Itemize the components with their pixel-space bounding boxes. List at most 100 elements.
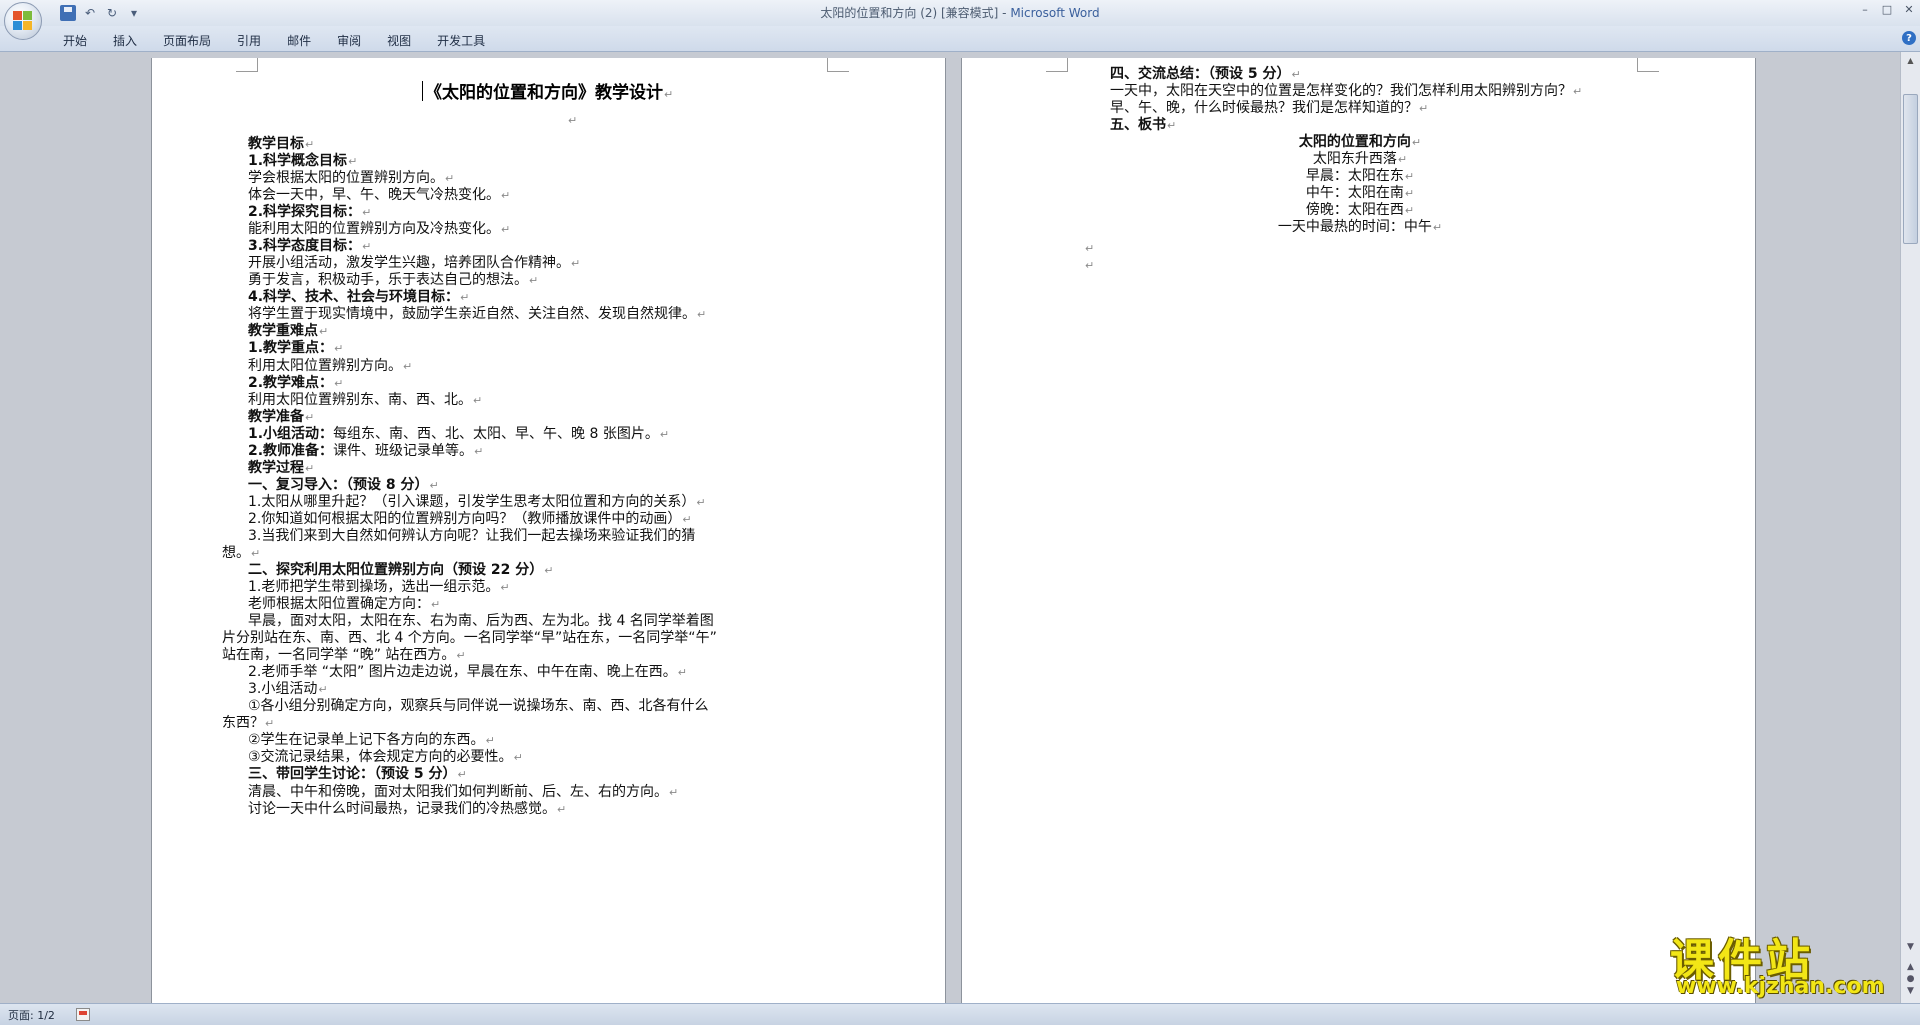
- paragraph-mark: ↵: [362, 240, 372, 254]
- status-bar: 页面: 1/2: [0, 1003, 1920, 1025]
- text-line-content: 2.老师手举 “太阳” 图片边走边说，早晨在东、中午在南、晚上在西。: [248, 664, 677, 681]
- text-line-content: 教学目标: [248, 136, 304, 152]
- empty-paragraph: ↵: [567, 110, 577, 131]
- ribbon-tab[interactable]: 视图: [374, 30, 424, 51]
- ribbon-tab[interactable]: 引用: [224, 30, 274, 51]
- text-line-content: 早晨，面对太阳，太阳在东、右为南、后为西、左为北。找 4 名同学举着图: [248, 613, 714, 630]
- page-count-status[interactable]: 页面: 1/2: [8, 1007, 55, 1023]
- text-line-content: 2.你知道如何根据太阳的位置辨别方向吗？（教师播放课件中的动画）: [248, 510, 682, 527]
- document-area: 《太阳的位置和方向》教学设计↵ ↵ 教学目标↵ 1.科学概念目标↵ 学会根据太阳的位…: [0, 52, 1900, 1003]
- paragraph-mark: ↵: [334, 376, 344, 390]
- document-title: 《太阳的位置和方向》教学设计↵: [422, 78, 673, 103]
- vertical-scrollbar[interactable]: ▲ ▼ ▲ ● ▼: [1900, 52, 1920, 1003]
- text-line-content: 1.教学重点：: [248, 340, 334, 357]
- text-line-content: 三、带回学生讨论：（预设 5 分）: [248, 766, 457, 783]
- window-title-app: Microsoft Word: [1010, 6, 1100, 20]
- text-line-content: 二、探究利用太阳位置辨别方向（预设 22 分）: [248, 562, 544, 578]
- paragraph-mark: ↵: [460, 291, 470, 305]
- paragraph-mark: ↵: [544, 564, 554, 577]
- text-line-content: 2.教学难点：: [248, 374, 334, 391]
- text-line-content: 教学过程: [248, 459, 304, 476]
- text-line[interactable]: 3.当我们来到大自然如何辨认方向呢？让我们一起去操场来验证我们的猜: [248, 526, 695, 546]
- text-line-content: 老师根据太阳位置确定方向：: [248, 596, 430, 613]
- text-line-content: 早、午、晚，什么时候最热？我们是怎样知道的？: [1110, 100, 1418, 117]
- crop-mark: [827, 58, 849, 72]
- text-line-content: ③交流记录结果，体会规定方向的必要性。: [248, 749, 513, 766]
- paragraph-mark: ↵: [305, 138, 315, 151]
- ribbon-tab[interactable]: 邮件: [274, 30, 324, 51]
- text-line-content: ②学生在记录单上记下各方向的东西。: [248, 732, 485, 749]
- text-line-content: 利用太阳位置辨别东、南、西、北。: [248, 391, 472, 408]
- text-line[interactable]: ①各小组分别确定方向，观察兵与同伴说一说操场东、南、西、北各有什么: [248, 696, 709, 716]
- paragraph-mark: ↵: [501, 223, 511, 237]
- text-line[interactable]: 讨论一天中什么时间最热，记录我们的冷热感觉。↵: [248, 799, 566, 820]
- text-line-content: 1.科学概念目标: [248, 153, 348, 170]
- document-title-text[interactable]: 《太阳的位置和方向》教学设计: [425, 83, 663, 103]
- empty-paragraph: ↵: [1084, 255, 1094, 276]
- text-line-content: 想。: [222, 544, 250, 561]
- text-line-content: 3.科学态度目标：: [248, 238, 362, 255]
- watermark-logo: 课件站 www.kjzhan.com: [1670, 924, 1910, 1002]
- text-line-content: 讨论一天中什么时间最热，记录我们的冷热感觉。: [248, 800, 556, 817]
- minimize-button[interactable]: –: [1854, 0, 1876, 18]
- text-line-content: 开展小组活动，激发学生兴趣，培养团队合作精神。: [248, 255, 570, 272]
- paragraph-mark: ↵: [682, 512, 692, 526]
- office-button[interactable]: [4, 2, 42, 40]
- help-icon[interactable]: ?: [1902, 31, 1916, 45]
- ribbon-tab[interactable]: 审阅: [324, 30, 374, 51]
- crop-mark: [236, 58, 258, 72]
- ribbon-tab[interactable]: 页面布局: [150, 30, 224, 51]
- paragraph-mark: ↵: [501, 189, 511, 203]
- scroll-thumb[interactable]: [1903, 94, 1918, 244]
- ribbon-tab[interactable]: 开始: [50, 30, 100, 51]
- paragraph-mark: ↵: [557, 802, 567, 816]
- crop-mark: [1046, 58, 1068, 72]
- text-line-rest: 课件、班级记录单等。: [333, 442, 474, 459]
- paragraph-mark: ↵: [318, 683, 328, 697]
- paragraph-mark: ↵: [473, 393, 483, 407]
- paragraph-mark: ↵: [1085, 242, 1095, 256]
- paragraph-mark: ↵: [362, 206, 372, 220]
- proofing-status-icon[interactable]: [76, 1008, 90, 1021]
- text-line-content: 太阳的位置和方向: [1298, 134, 1411, 151]
- close-button[interactable]: ✕: [1898, 0, 1920, 18]
- paragraph-mark: ↵: [1397, 153, 1408, 167]
- text-line-lead: 1.小组活动：: [248, 425, 334, 442]
- paragraph-mark: ↵: [1404, 187, 1415, 201]
- text-line-content: ①各小组分别确定方向，观察兵与同伴说一说操场东、南、西、北各有什么: [248, 698, 709, 715]
- text-line-content: 傍晚：太阳在西: [1305, 202, 1404, 219]
- paragraph-mark: ↵: [664, 88, 674, 101]
- paragraph-mark: ↵: [334, 342, 344, 356]
- text-line-content: 1.老师把学生带到操场，选出一组示范。: [248, 579, 500, 596]
- scroll-up-icon[interactable]: ▲: [1903, 56, 1918, 66]
- paragraph-mark: ↵: [265, 717, 275, 731]
- paragraph-mark: ↵: [1573, 85, 1583, 99]
- paragraph-mark: ↵: [431, 598, 441, 612]
- text-line-content: 站在南，一名同学举 “晚” 站在西方。: [222, 647, 456, 664]
- text-line-content: 一天中最热的时间：中午: [1277, 219, 1432, 236]
- text-line-content: 学会根据太阳的位置辨别方向。: [248, 170, 444, 187]
- window-title-doc: 太阳的位置和方向 (2) [兼容模式] -: [820, 6, 1011, 20]
- paragraph-mark: ↵: [571, 257, 581, 271]
- paragraph-mark: ↵: [659, 427, 670, 441]
- paragraph-mark: ↵: [429, 478, 439, 492]
- title-bar: ↶ ↻ ▾ 太阳的位置和方向 (2) [兼容模式] - Microsoft Wo…: [0, 0, 1920, 26]
- text-line-rest: 每组东、南、西、北、太阳、早、午、晚 8 张图片。: [333, 425, 659, 442]
- paragraph-mark: ↵: [474, 444, 484, 458]
- text-line-content: 五、板书: [1110, 117, 1166, 134]
- text-line-content: 东西？: [222, 715, 264, 732]
- paragraph-mark: ↵: [485, 734, 495, 748]
- paragraph-mark: ↵: [669, 785, 679, 799]
- paragraph-mark: ↵: [1404, 204, 1415, 218]
- page-2: 四、交流总结：（预设 5 分）↵ 一天中，太阳在天空中的位置是怎样变化的？我们怎样…: [962, 58, 1755, 1003]
- text-line[interactable]: 一天中最热的时间：中午↵: [1110, 217, 1610, 238]
- ribbon-tab[interactable]: 开发工具: [424, 30, 498, 51]
- text-line-content: 能利用太阳的位置辨别方向及冷热变化。: [248, 221, 500, 238]
- ribbon-tab[interactable]: 插入: [100, 30, 150, 51]
- paragraph-mark: ↵: [348, 155, 358, 169]
- watermark-url-text: www.kjzhan.com: [1676, 974, 1885, 999]
- maximize-button[interactable]: □: [1876, 0, 1898, 18]
- paragraph-mark: ↵: [319, 325, 329, 339]
- paragraph-mark: ↵: [1404, 170, 1415, 184]
- text-line-content: 3.小组活动: [248, 681, 318, 698]
